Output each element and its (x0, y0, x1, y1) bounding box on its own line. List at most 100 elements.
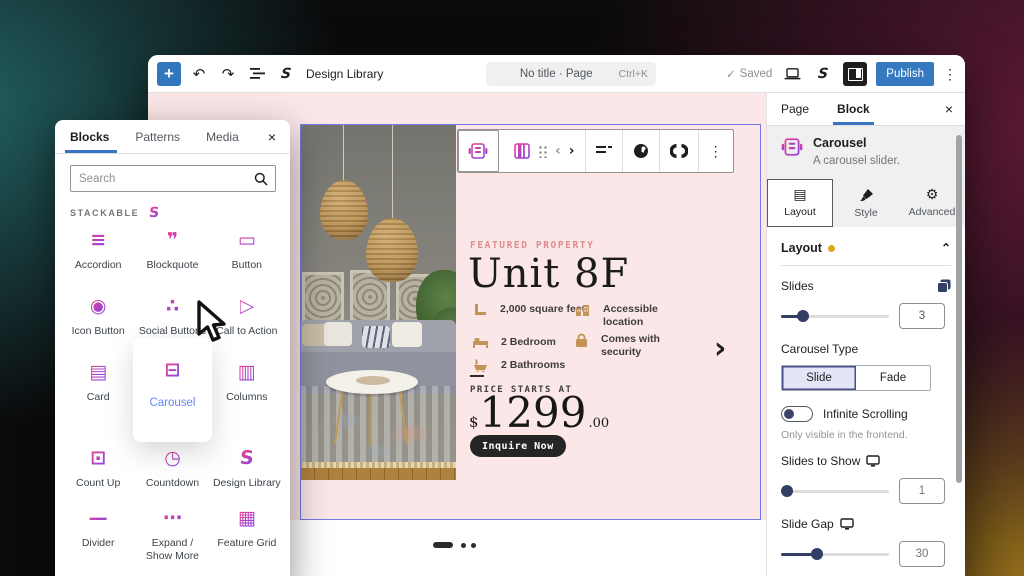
building-icon (575, 303, 590, 316)
tab-style[interactable]: Style (833, 179, 899, 227)
small-divider (470, 375, 484, 377)
carousel-type-fade-option[interactable]: Fade (856, 366, 930, 390)
slide-gap-input[interactable] (899, 541, 945, 567)
feature-item[interactable]: Comes with security (575, 333, 681, 359)
kebab-icon: ⋮ (709, 143, 723, 160)
carousel-dot-active[interactable] (433, 542, 453, 548)
block-item-partial[interactable]: ▣ (210, 570, 284, 576)
block-item-feature-grid[interactable]: ▦ Feature Grid (210, 502, 284, 570)
carousel-dot[interactable] (471, 543, 476, 548)
panel-title: Layout (781, 241, 822, 255)
block-item-columns[interactable]: ▥ Columns (210, 356, 284, 420)
slides-to-show-input[interactable] (899, 478, 945, 504)
feature-item[interactable]: 2 Bedroom (473, 336, 587, 349)
design-library-icon: S (239, 448, 255, 468)
layout-panel-header[interactable]: Layout ⌃ (781, 237, 951, 266)
slides-slider[interactable] (781, 309, 889, 323)
tab-blocks[interactable]: Blocks (70, 120, 109, 154)
settings-sidebar-toggle[interactable] (843, 62, 867, 86)
block-item-expand-show-more[interactable]: ⋯ Expand / Show More (135, 502, 209, 570)
dynamic-content-button[interactable] (660, 130, 699, 172)
block-item-countdown[interactable]: ◷ Countdown (135, 442, 209, 502)
move-right-icon[interactable]: › (569, 143, 575, 159)
display-icon[interactable] (840, 518, 854, 530)
infinite-scrolling-toggle[interactable] (781, 406, 813, 422)
tab-style-label: Style (854, 207, 877, 219)
tab-page[interactable]: Page (767, 93, 823, 125)
close-inserter-button[interactable]: × (268, 129, 276, 145)
move-left-icon[interactable]: ‹ (555, 143, 561, 159)
document-command-bar[interactable]: No title · Page Ctrl+K (486, 62, 656, 86)
block-name: Carousel (813, 136, 900, 150)
search-input[interactable] (71, 166, 275, 191)
call-to-action-icon: ▷ (240, 296, 255, 316)
shortcut-hint: Ctrl+K (619, 68, 648, 80)
carousel-next-arrow[interactable]: › (714, 331, 726, 366)
list-view-button[interactable] (246, 63, 268, 85)
block-item-count-up[interactable]: ⊡ Count Up (61, 442, 135, 502)
inquire-now-button[interactable]: Inquire Now (470, 435, 566, 457)
slides-control-label-row: Slides (781, 279, 951, 293)
expand-icon: ⋯ (163, 508, 182, 528)
block-item-carousel[interactable]: ⊟ Carousel (133, 338, 211, 442)
block-label: Columns (226, 391, 267, 404)
saved-status[interactable]: ✓ Saved (726, 67, 772, 81)
slides-value-input[interactable] (899, 303, 945, 329)
block-item-button[interactable]: ▭ Button (210, 224, 284, 290)
tab-patterns[interactable]: Patterns (135, 120, 180, 154)
preview-button[interactable] (781, 63, 803, 85)
redo-button[interactable]: ↷ (217, 63, 239, 85)
block-item-divider[interactable]: — Divider (61, 502, 135, 570)
alignment-button[interactable] (586, 130, 623, 172)
feature-item[interactable]: 2 Bathrooms (473, 359, 587, 372)
feature-item[interactable]: 2,000 square feet (473, 303, 586, 317)
stackable-logo[interactable]: S (275, 63, 297, 85)
slide-gap-slider[interactable] (781, 547, 889, 561)
slide-title[interactable]: Unit 8F (468, 251, 629, 297)
undo-button[interactable]: ↶ (188, 63, 210, 85)
carousel-block-icon (468, 143, 488, 159)
slides-to-show-slider[interactable] (781, 484, 889, 498)
settings-sidebar: Page Block × Carousel A carousel slider. (766, 93, 965, 576)
options-menu-button[interactable]: ⋮ (943, 66, 957, 83)
list-view-icon (250, 68, 265, 79)
saved-label: Saved (740, 68, 773, 80)
block-label: Button (232, 259, 262, 272)
inserter-toggle-button[interactable]: + (157, 62, 181, 86)
feature-text: 2,000 square feet (500, 303, 586, 316)
drag-handle-icon[interactable] (538, 145, 547, 158)
design-library-button[interactable]: Design Library (306, 67, 383, 81)
block-item-blockquote[interactable]: ❞ Blockquote (135, 224, 209, 290)
dynamic-icon[interactable] (937, 279, 951, 293)
price[interactable]: $ 1299 .00 (469, 392, 609, 434)
block-item-partial[interactable]: ▧ (61, 570, 135, 576)
close-sidebar-button[interactable]: × (945, 101, 953, 117)
block-item-icon-button[interactable]: ◉ Icon Button (61, 290, 135, 356)
block-item-accordion[interactable]: ≡ Accordion (61, 224, 135, 290)
tab-block[interactable]: Block (823, 93, 884, 125)
carousel-type-slide-option[interactable]: Slide (782, 366, 856, 390)
stackable-settings-button[interactable]: S (812, 63, 834, 85)
block-options-button[interactable]: ⋮ (699, 130, 733, 172)
block-item-card[interactable]: ▤ Card (61, 356, 135, 420)
feature-item[interactable]: Accessible location (575, 303, 683, 329)
publish-button[interactable]: Publish (876, 62, 934, 86)
carousel-block-icon (781, 138, 803, 156)
columns-variant-icon[interactable] (514, 143, 530, 159)
display-icon[interactable] (866, 455, 880, 467)
carousel-dot[interactable] (461, 543, 466, 548)
stackable-s-icon: S (148, 205, 160, 221)
carousel-slide-photo[interactable] (300, 124, 456, 480)
sidebar-scrollbar[interactable] (956, 135, 962, 483)
table-tray (356, 376, 390, 385)
slide-gap-label: Slide Gap (781, 517, 834, 531)
tab-media[interactable]: Media (206, 120, 239, 154)
style-swirl-button[interactable] (623, 130, 660, 172)
tab-layout[interactable]: ▤ Layout (767, 179, 833, 227)
carousel-parent-button[interactable] (458, 130, 499, 172)
block-item-design-library[interactable]: S Design Library (210, 442, 284, 502)
block-item-partial[interactable]: H (135, 570, 209, 576)
carousel-type-label: Carousel Type (781, 342, 858, 356)
featured-property-label[interactable]: FEATURED PROPERTY (470, 240, 594, 251)
table-leg (370, 390, 372, 446)
